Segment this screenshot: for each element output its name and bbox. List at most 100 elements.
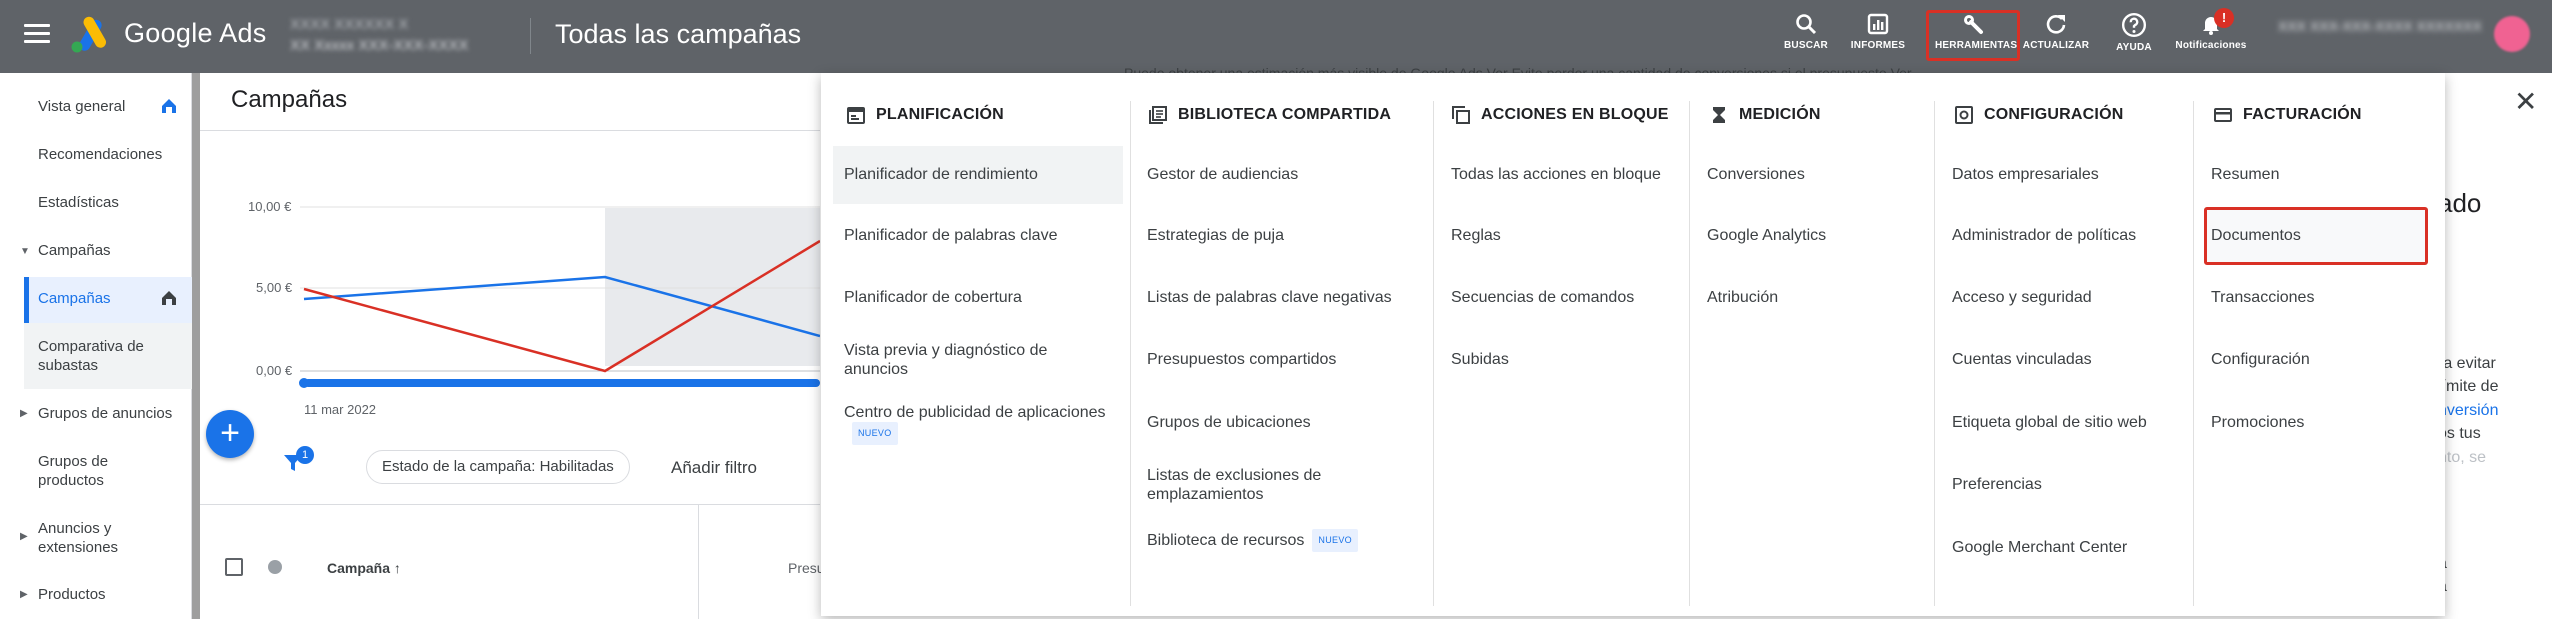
- home-icon: [162, 99, 176, 113]
- sidebar-item-ad-groups[interactable]: Grupos de anuncios: [38, 404, 172, 423]
- filter-chip[interactable]: Estado de la campaña: Habilitadas: [366, 450, 630, 484]
- sidebar-item-ads-extensions[interactable]: Anuncios y extensiones: [38, 519, 168, 557]
- menu-item-google-analytics[interactable]: Google Analytics: [1707, 226, 1826, 245]
- tools-button-label: HERRAMIENTAS: [1935, 40, 2018, 51]
- divider: [530, 18, 531, 54]
- date-range-slider[interactable]: [304, 379, 820, 387]
- slider-handle[interactable]: [299, 378, 309, 388]
- menu-icon[interactable]: [24, 24, 50, 46]
- divider: [200, 504, 820, 505]
- chevron-right-icon[interactable]: ▶: [20, 408, 28, 419]
- menu-item-promotions[interactable]: Promociones: [2211, 413, 2304, 432]
- refresh-button-label: ACTUALIZAR: [2022, 40, 2090, 51]
- menu-section-setup-title: CONFIGURACIÓN: [1984, 106, 2124, 123]
- menu-item-keyword-planner[interactable]: Planificador de palabras clave: [844, 226, 1057, 245]
- wrench-icon: [1964, 15, 1983, 34]
- menu-item-reach-planner[interactable]: Planificador de cobertura: [844, 288, 1022, 307]
- sidebar-item-campaigns-group[interactable]: Campañas: [38, 241, 111, 260]
- notification-badge: !: [2214, 8, 2234, 28]
- menu-item-all-bulk-actions[interactable]: Todas las acciones en bloque: [1451, 165, 1661, 184]
- google-ads-logo[interactable]: [68, 16, 112, 54]
- sidebar-item-auction-insights[interactable]: Comparativa de subastas: [38, 337, 178, 375]
- menu-item-business-data[interactable]: Datos empresariales: [1952, 165, 2099, 184]
- menu-section-setup: CONFIGURACIÓN: [1954, 103, 2123, 127]
- menu-item-shared-budgets[interactable]: Presupuestos compartidos: [1147, 350, 1336, 369]
- column-header-budget[interactable]: Presu: [788, 560, 825, 576]
- sidebar-item-products[interactable]: Productos: [38, 585, 106, 604]
- user-account-info[interactable]: XXX XXX-XXX-XXXX XXXXXXX: [2278, 18, 2488, 54]
- menu-item-rules[interactable]: Reglas: [1451, 226, 1501, 245]
- refresh-button[interactable]: ACTUALIZAR: [2018, 12, 2094, 62]
- sidebar-item-insights[interactable]: Estadísticas: [38, 193, 119, 212]
- column-divider: [1689, 101, 1690, 606]
- arrow-up-icon: ↑: [393, 560, 401, 576]
- panel-text: nto, se: [2438, 449, 2487, 466]
- column-divider: [1934, 101, 1935, 606]
- x-tick-label: 11 mar 2022: [304, 402, 376, 417]
- avatar[interactable]: [2494, 16, 2530, 52]
- sidebar-item-product-groups[interactable]: Grupos de productos: [38, 452, 158, 490]
- settings-icon: [1955, 106, 1973, 124]
- reports-button[interactable]: INFORMES: [1840, 12, 1916, 62]
- close-icon[interactable]: ✕: [2514, 88, 2537, 116]
- help-button[interactable]: AYUDA: [2096, 12, 2172, 62]
- menu-section-shared-library-title: BIBLIOTECA COMPARTIDA: [1178, 106, 1392, 123]
- sidebar-item-recommendations[interactable]: Recomendaciones: [38, 145, 162, 164]
- account-name: XXXX XXXXXX X: [290, 16, 409, 33]
- menu-item-global-site-tag[interactable]: Etiqueta global de sitio web: [1952, 413, 2147, 432]
- menu-item-negative-keyword-lists[interactable]: Listas de palabras clave negativas: [1147, 288, 1392, 307]
- top-bar: Google Ads XXXX XXXXXX X XX Xxxxx XXX-XX…: [0, 0, 2552, 73]
- select-all-checkbox[interactable]: [225, 558, 243, 576]
- menu-item-summary[interactable]: Resumen: [2211, 165, 2279, 184]
- menu-item-asset-library[interactable]: Biblioteca de recursos NUEVO: [1147, 529, 1417, 552]
- add-filter-button[interactable]: Añadir filtro: [671, 458, 757, 478]
- menu-item-billing-settings[interactable]: Configuración: [2211, 350, 2310, 369]
- menu-item-app-advertising-hub[interactable]: Centro de publicidad de aplicacionesNUEV…: [844, 403, 1114, 445]
- chevron-right-icon[interactable]: ▶: [20, 589, 28, 600]
- column-divider: [1433, 101, 1434, 606]
- sidebar: Vista general Recomendaciones Estadístic…: [0, 73, 192, 619]
- menu-item-label: Biblioteca de recursos: [1147, 532, 1305, 549]
- menu-item-conversions[interactable]: Conversiones: [1707, 165, 1805, 184]
- menu-item-transactions[interactable]: Transacciones: [2211, 288, 2314, 307]
- notifications-button[interactable]: Notificaciones: [2173, 12, 2249, 62]
- chevron-down-icon[interactable]: ▼: [20, 246, 30, 257]
- chevron-right-icon[interactable]: ▶: [20, 531, 28, 542]
- menu-section-billing: FACTURACIÓN: [2213, 103, 2362, 127]
- menu-item-placement-groups[interactable]: Grupos de ubicaciones: [1147, 413, 1311, 432]
- menu-item-google-merchant-center[interactable]: Google Merchant Center: [1952, 538, 2127, 557]
- sidebar-item-campaigns[interactable]: Campañas: [38, 289, 111, 308]
- account-selector[interactable]: XXXX XXXXXX X XX Xxxxx XXX-XXX-XXXX: [290, 16, 510, 56]
- menu-item-documents[interactable]: Documentos: [2211, 226, 2301, 245]
- new-badge: NUEVO: [1312, 529, 1358, 552]
- sidebar-item-overview[interactable]: Vista general: [38, 97, 125, 116]
- sidebar-scrollbar[interactable]: [192, 73, 200, 619]
- help-button-label: AYUDA: [2116, 42, 2152, 53]
- menu-item-attribution[interactable]: Atribución: [1707, 288, 1778, 307]
- menu-item-linked-accounts[interactable]: Cuentas vinculadas: [1952, 350, 2092, 369]
- menu-item-policy-manager[interactable]: Administrador de políticas: [1952, 226, 2136, 245]
- hourglass-icon: [1713, 107, 1725, 123]
- credit-card-icon: [2214, 108, 2232, 122]
- column-divider: [698, 504, 699, 619]
- menu-item-bid-strategies[interactable]: Estrategias de puja: [1147, 226, 1284, 245]
- panel-link[interactable]: nversión: [2438, 402, 2498, 420]
- menu-item-audience-manager[interactable]: Gestor de audiencias: [1147, 165, 1298, 184]
- menu-item-uploads[interactable]: Subidas: [1451, 350, 1509, 369]
- add-campaign-button[interactable]: +: [206, 410, 254, 458]
- menu-item-placement-exclusion-lists[interactable]: Listas de exclusiones de emplazamientos: [1147, 466, 1397, 504]
- menu-item-access-security[interactable]: Acceso y seguridad: [1952, 288, 2092, 307]
- menu-section-billing-title: FACTURACIÓN: [2243, 106, 2362, 123]
- column-header-campaign[interactable]: Campaña ↑: [327, 560, 401, 576]
- library-icon: [1149, 106, 1167, 124]
- tools-button[interactable]: HERRAMIENTAS: [1935, 12, 2018, 62]
- menu-item-ad-preview[interactable]: Vista previa y diagnóstico de anuncios: [844, 341, 1084, 379]
- calendar-icon: [847, 107, 865, 124]
- menu-section-shared-library: BIBLIOTECA COMPARTIDA: [1148, 103, 1391, 127]
- menu-item-performance-planner[interactable]: Planificador de rendimiento: [844, 165, 1038, 184]
- y-tick-label: 0,00 €: [256, 363, 293, 378]
- search-button[interactable]: BUSCAR: [1768, 12, 1844, 62]
- menu-item-preferences[interactable]: Preferencias: [1952, 475, 2042, 494]
- menu-item-scripts[interactable]: Secuencias de comandos: [1451, 288, 1634, 307]
- panel-text: ra evitar: [2438, 355, 2496, 372]
